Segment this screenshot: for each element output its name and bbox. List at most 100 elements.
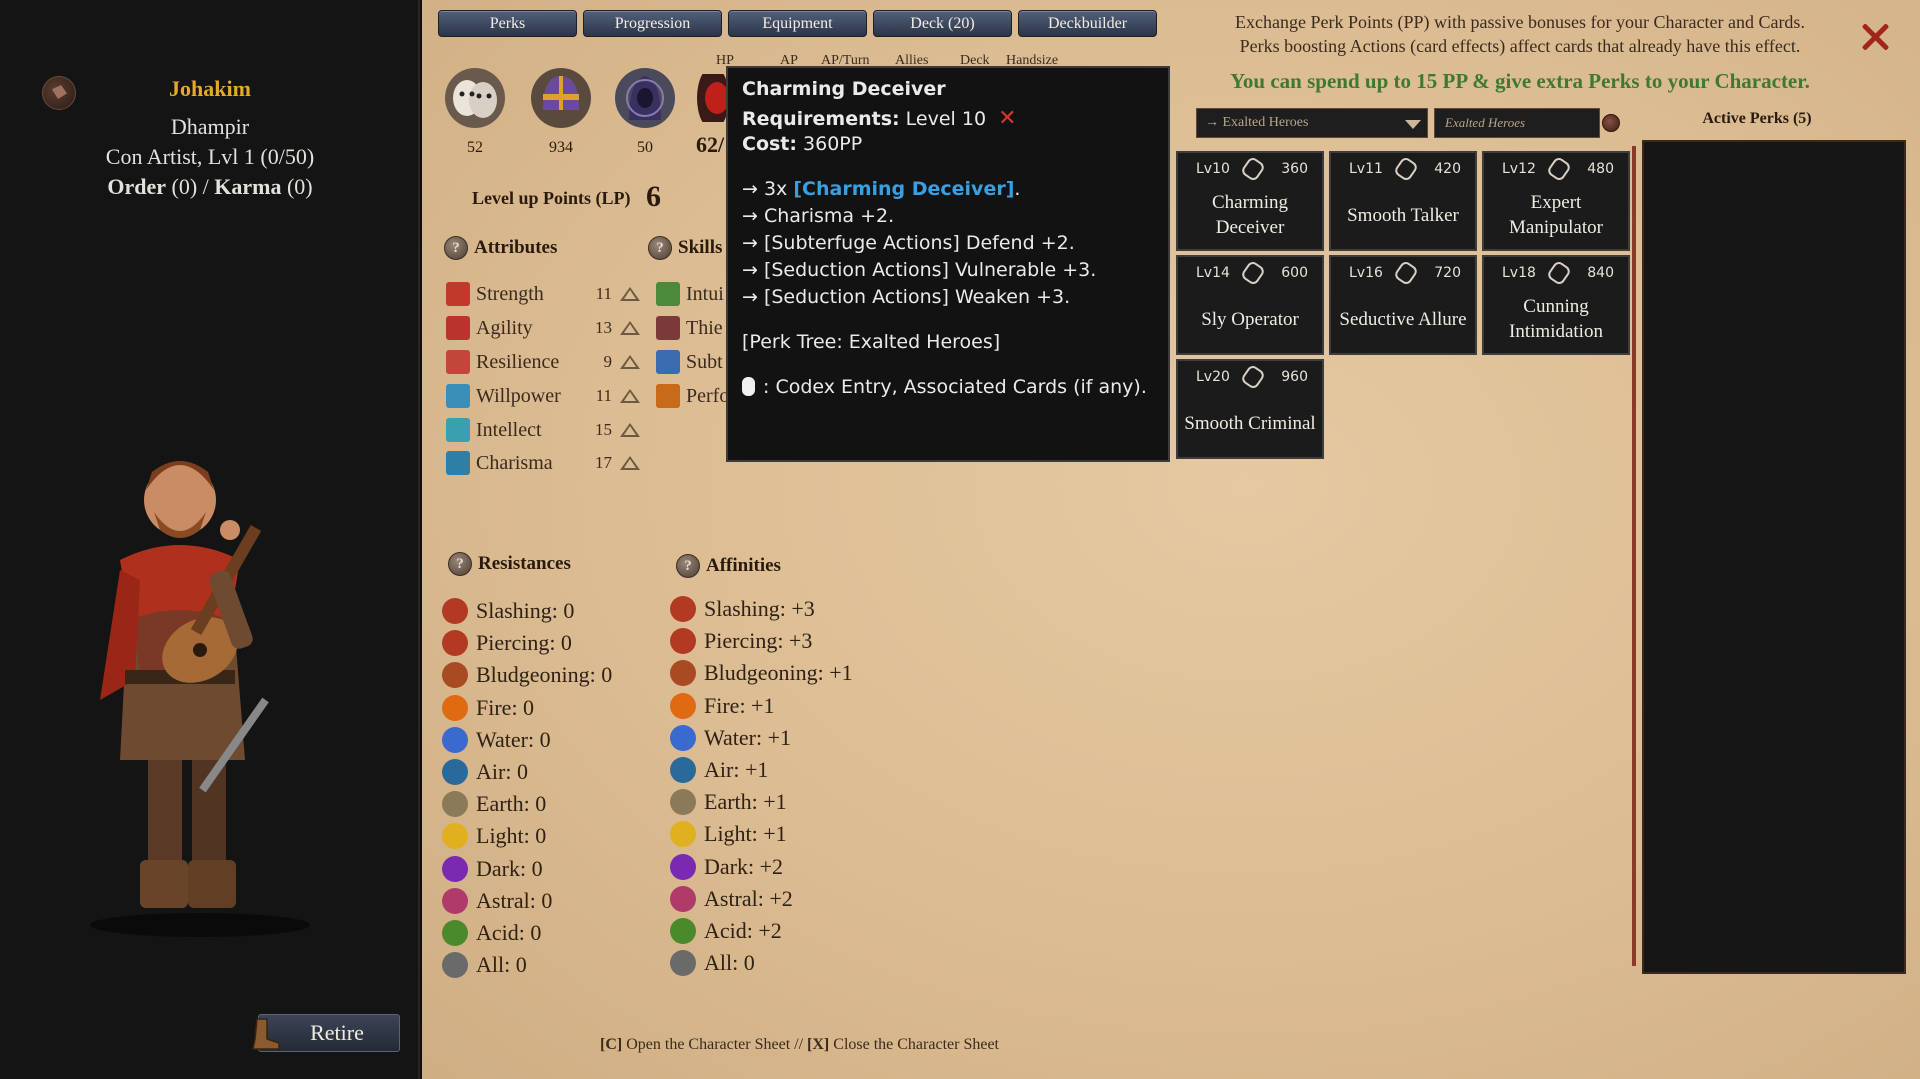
subterfuge-icon (656, 350, 680, 374)
perk-tree-search-input[interactable]: Exalted Heroes (1434, 108, 1600, 138)
skill-row: Thie (656, 314, 723, 342)
perk-point-icon (1545, 155, 1573, 183)
perk-name: Smooth Criminal (1184, 412, 1316, 434)
increase-attribute-arrow-icon[interactable] (620, 355, 640, 369)
attribute-value: 17 (595, 453, 612, 472)
character-class-level: Con Artist, Lvl 1 (0/50) (105, 144, 315, 169)
earth-icon (670, 789, 696, 816)
perk-card[interactable]: Lv11 420 Smooth Talker (1329, 151, 1477, 251)
tooltip-hint-text: : Codex Entry, Associated Cards (if any)… (763, 376, 1147, 398)
tooltip-effect: → Charisma +2. (742, 205, 895, 227)
help-icon[interactable]: ? (448, 552, 472, 576)
tab-equipment[interactable]: Equipment (728, 10, 867, 37)
resilience-icon (446, 350, 470, 374)
skill-row: Perfo (656, 382, 729, 410)
perk-tree-selected: → Exalted Heroes (1205, 115, 1309, 130)
perk-card[interactable]: Lv20 960 Smooth Criminal (1176, 359, 1324, 459)
perk-cost: 600 (1281, 265, 1308, 281)
resistance-row: Slashing: 0 (442, 596, 574, 626)
attribute-value: 15 (595, 420, 612, 439)
perk-name: Sly Operator (1201, 308, 1299, 330)
affinity-row: Air: +1 (670, 755, 768, 785)
increase-attribute-arrow-icon[interactable] (620, 287, 640, 301)
help-icon[interactable]: ? (444, 236, 468, 260)
affinities-title-label: Affinities (706, 555, 781, 576)
active-perks-list[interactable] (1642, 140, 1906, 974)
perk-cost: 480 (1587, 161, 1614, 177)
resistance-row: Air: 0 (442, 757, 528, 787)
close-icon[interactable] (1858, 20, 1892, 54)
air-icon (670, 757, 696, 783)
perk-card[interactable]: Lv14 600 Sly Operator (1176, 255, 1324, 355)
perk-card[interactable]: Lv16 720 Seductive Allure (1329, 255, 1477, 355)
air-icon (442, 759, 468, 785)
perk-level: Lv11 (1349, 161, 1383, 177)
chevron-down-icon (1405, 120, 1421, 129)
open-hint-text: Open the Character Sheet (626, 1036, 791, 1053)
requirements-label: Requirements: (742, 108, 900, 130)
perk-card[interactable]: Lv18 840 Cunning Intimidation (1482, 255, 1630, 355)
affinity-row: Bludgeoning: +1 (670, 658, 853, 688)
tooltip-effect: → [Seduction Actions] Vulnerable +3. (742, 259, 1097, 281)
attribute-row: Resilience 9 (446, 348, 640, 376)
clear-search-button[interactable] (1602, 114, 1620, 132)
affinity-value: All: 0 (704, 950, 755, 976)
agility-icon (446, 316, 470, 340)
perk-cost: 720 (1434, 265, 1461, 281)
increase-attribute-arrow-icon[interactable] (620, 321, 640, 335)
perk-level: Lv16 (1349, 265, 1383, 281)
affinity-row: Water: +1 (670, 723, 791, 753)
tab-perks[interactable]: Perks (438, 10, 577, 37)
theater-masks-icon (445, 68, 505, 128)
tab-deck[interactable]: Deck (20) (873, 10, 1012, 37)
affinity-value: Air: +1 (704, 757, 769, 782)
affinity-value: Water: +1 (704, 724, 791, 750)
tooltip-hint: : Codex Entry, Associated Cards (if any)… (742, 376, 1154, 398)
affinity-value: Bludgeoning: +1 (704, 660, 853, 686)
tooltip-title: Charming Deceiver (742, 78, 946, 100)
attribute-row: Strength 11 (446, 280, 640, 308)
perk-level: Lv12 (1502, 161, 1536, 177)
affinity-value: Fire: +1 (704, 692, 775, 718)
help-icon[interactable]: ? (648, 236, 672, 260)
willpower-icon (446, 384, 470, 408)
attribute-name: Intellect (476, 418, 542, 441)
thievery-icon (656, 316, 680, 340)
resistance-value: All: 0 (476, 952, 527, 978)
increase-attribute-arrow-icon[interactable] (620, 456, 640, 470)
intuition-icon (656, 282, 680, 306)
resistance-row: Light: 0 (442, 821, 546, 851)
level-up-points-value: 6 (646, 180, 661, 213)
card-link[interactable]: [Charming Deceiver] (793, 178, 1014, 200)
perk-card[interactable]: Lv12 480 Expert Manipulator (1482, 151, 1630, 251)
level-up-points-label: Level up Points (LP) (472, 188, 631, 208)
attribute-value: 11 (595, 386, 612, 405)
perk-tree-dropdown[interactable]: → Exalted Heroes (1196, 108, 1428, 138)
character-name: Johakim (169, 76, 251, 101)
character-race: Dhampir (170, 114, 250, 139)
skill-name: Thie (686, 316, 723, 339)
increase-attribute-arrow-icon[interactable] (620, 423, 640, 437)
retire-button[interactable]: Retire (252, 1014, 400, 1052)
perk-point-icon (1239, 259, 1267, 287)
sheet-tabs: Perks Progression Equipment Deck (20) De… (438, 10, 1157, 37)
affinity-value: Earth: +1 (704, 789, 787, 815)
tab-deckbuilder[interactable]: Deckbuilder (1018, 10, 1157, 37)
scrollbar[interactable] (1632, 146, 1636, 966)
perk-level: Lv18 (1502, 265, 1536, 281)
slashing-icon (442, 598, 468, 624)
piercing-icon (442, 630, 468, 657)
perk-cost: 960 (1281, 369, 1308, 385)
resistance-value: Water: 0 (476, 726, 551, 752)
tab-progression[interactable]: Progression (583, 10, 722, 37)
tooltip-effect: → 3x [Charming Deceiver]. (742, 178, 1154, 200)
perk-card[interactable]: Lv10 360 Charming Deceiver (1176, 151, 1324, 251)
stat-value-hp: 52 (467, 139, 483, 156)
perk-name: Cunning Intimidation (1509, 296, 1603, 342)
increase-attribute-arrow-icon[interactable] (620, 389, 640, 403)
astral-icon (670, 885, 696, 912)
perk-point-icon (1239, 363, 1267, 391)
dark-icon (442, 855, 468, 882)
help-icon[interactable]: ? (676, 554, 700, 578)
requirement-unmet-icon: ✕ (998, 106, 1017, 131)
